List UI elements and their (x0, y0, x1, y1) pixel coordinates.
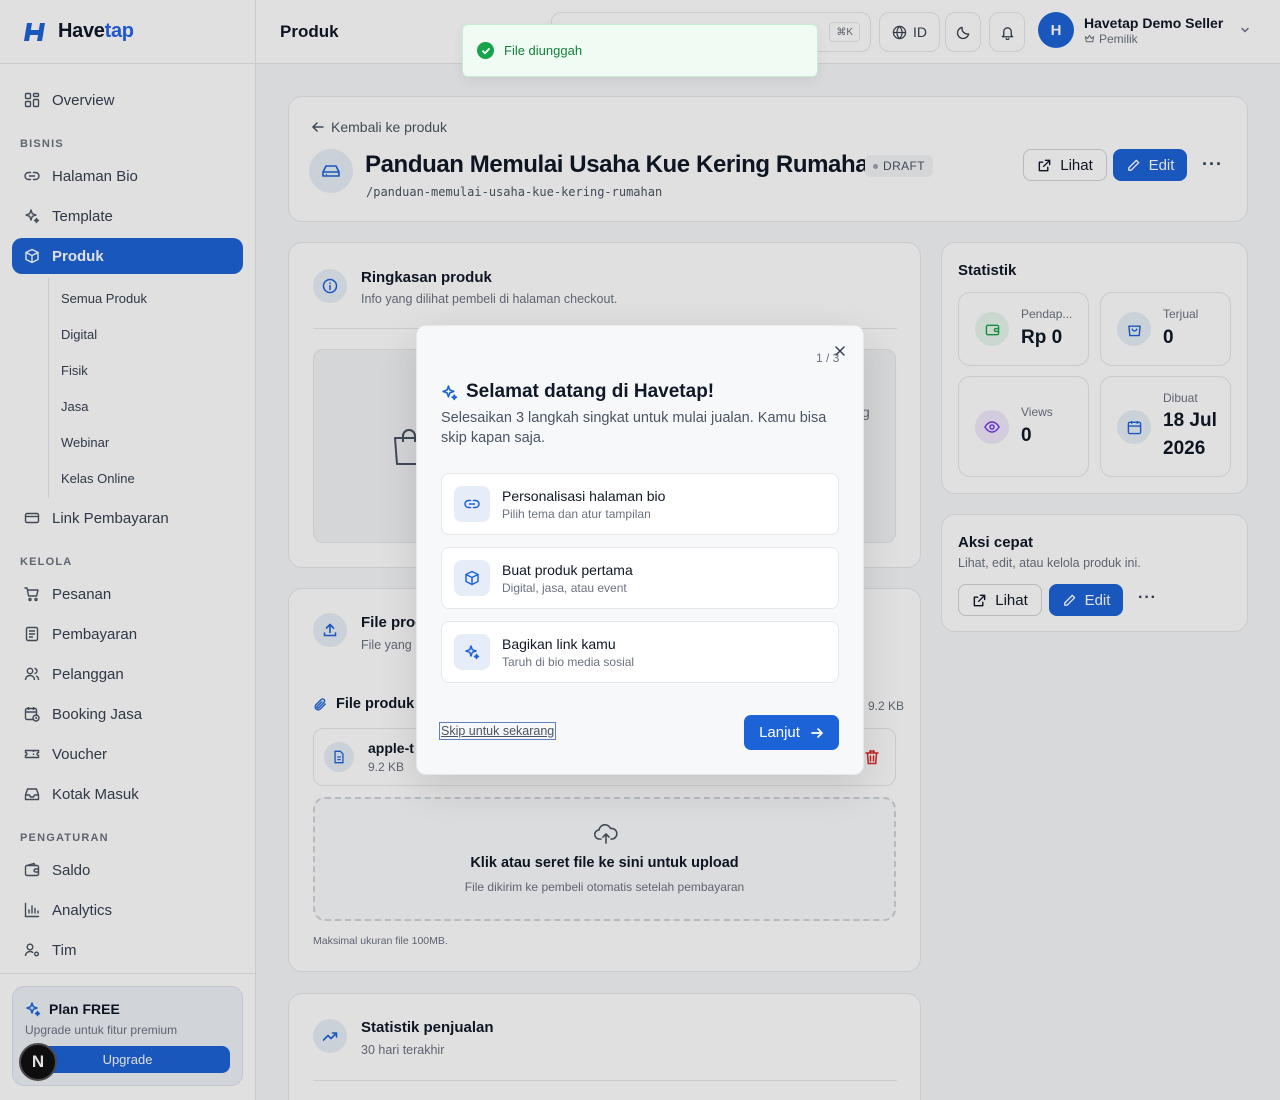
check-circle-icon (477, 42, 494, 59)
onboarding-step-bio[interactable]: Personalisasi halaman bio Pilih tema dan… (441, 473, 839, 535)
box-icon (454, 560, 490, 596)
skip-link[interactable]: Skip untuk sekarang (438, 722, 557, 740)
step-subtitle: Digital, jasa, atau event (502, 581, 627, 595)
modal-title: Selamat datang di Havetap! (441, 381, 714, 403)
step-title: Bagikan link kamu (502, 636, 616, 652)
close-icon[interactable] (832, 343, 848, 359)
next-button-label: Lanjut (759, 724, 800, 741)
modal-title-text: Selamat datang di Havetap! (466, 381, 715, 402)
modal-description: Selesaikan 3 langkah singkat untuk mulai… (441, 410, 827, 446)
link-icon (454, 486, 490, 522)
toast-message: File diunggah (504, 43, 583, 58)
onboarding-step-share[interactable]: Bagikan link kamu Taruh di bio media sos… (441, 621, 839, 683)
toast-notification: File diunggah (462, 24, 818, 77)
sparkles-icon (441, 384, 458, 401)
onboarding-modal: 1 / 3 Selamat datang di Havetap! Selesai… (416, 325, 864, 775)
next-button[interactable]: Lanjut (744, 715, 839, 750)
step-subtitle: Taruh di bio media sosial (502, 655, 635, 669)
step-subtitle: Pilih tema dan atur tampilan (502, 507, 651, 521)
step-title: Personalisasi halaman bio (502, 488, 666, 504)
step-title: Buat produk pertama (502, 562, 633, 578)
onboarding-step-product[interactable]: Buat produk pertama Digital, jasa, atau … (441, 547, 839, 609)
sparkles-icon (454, 634, 490, 670)
arrow-right-icon (810, 726, 824, 740)
